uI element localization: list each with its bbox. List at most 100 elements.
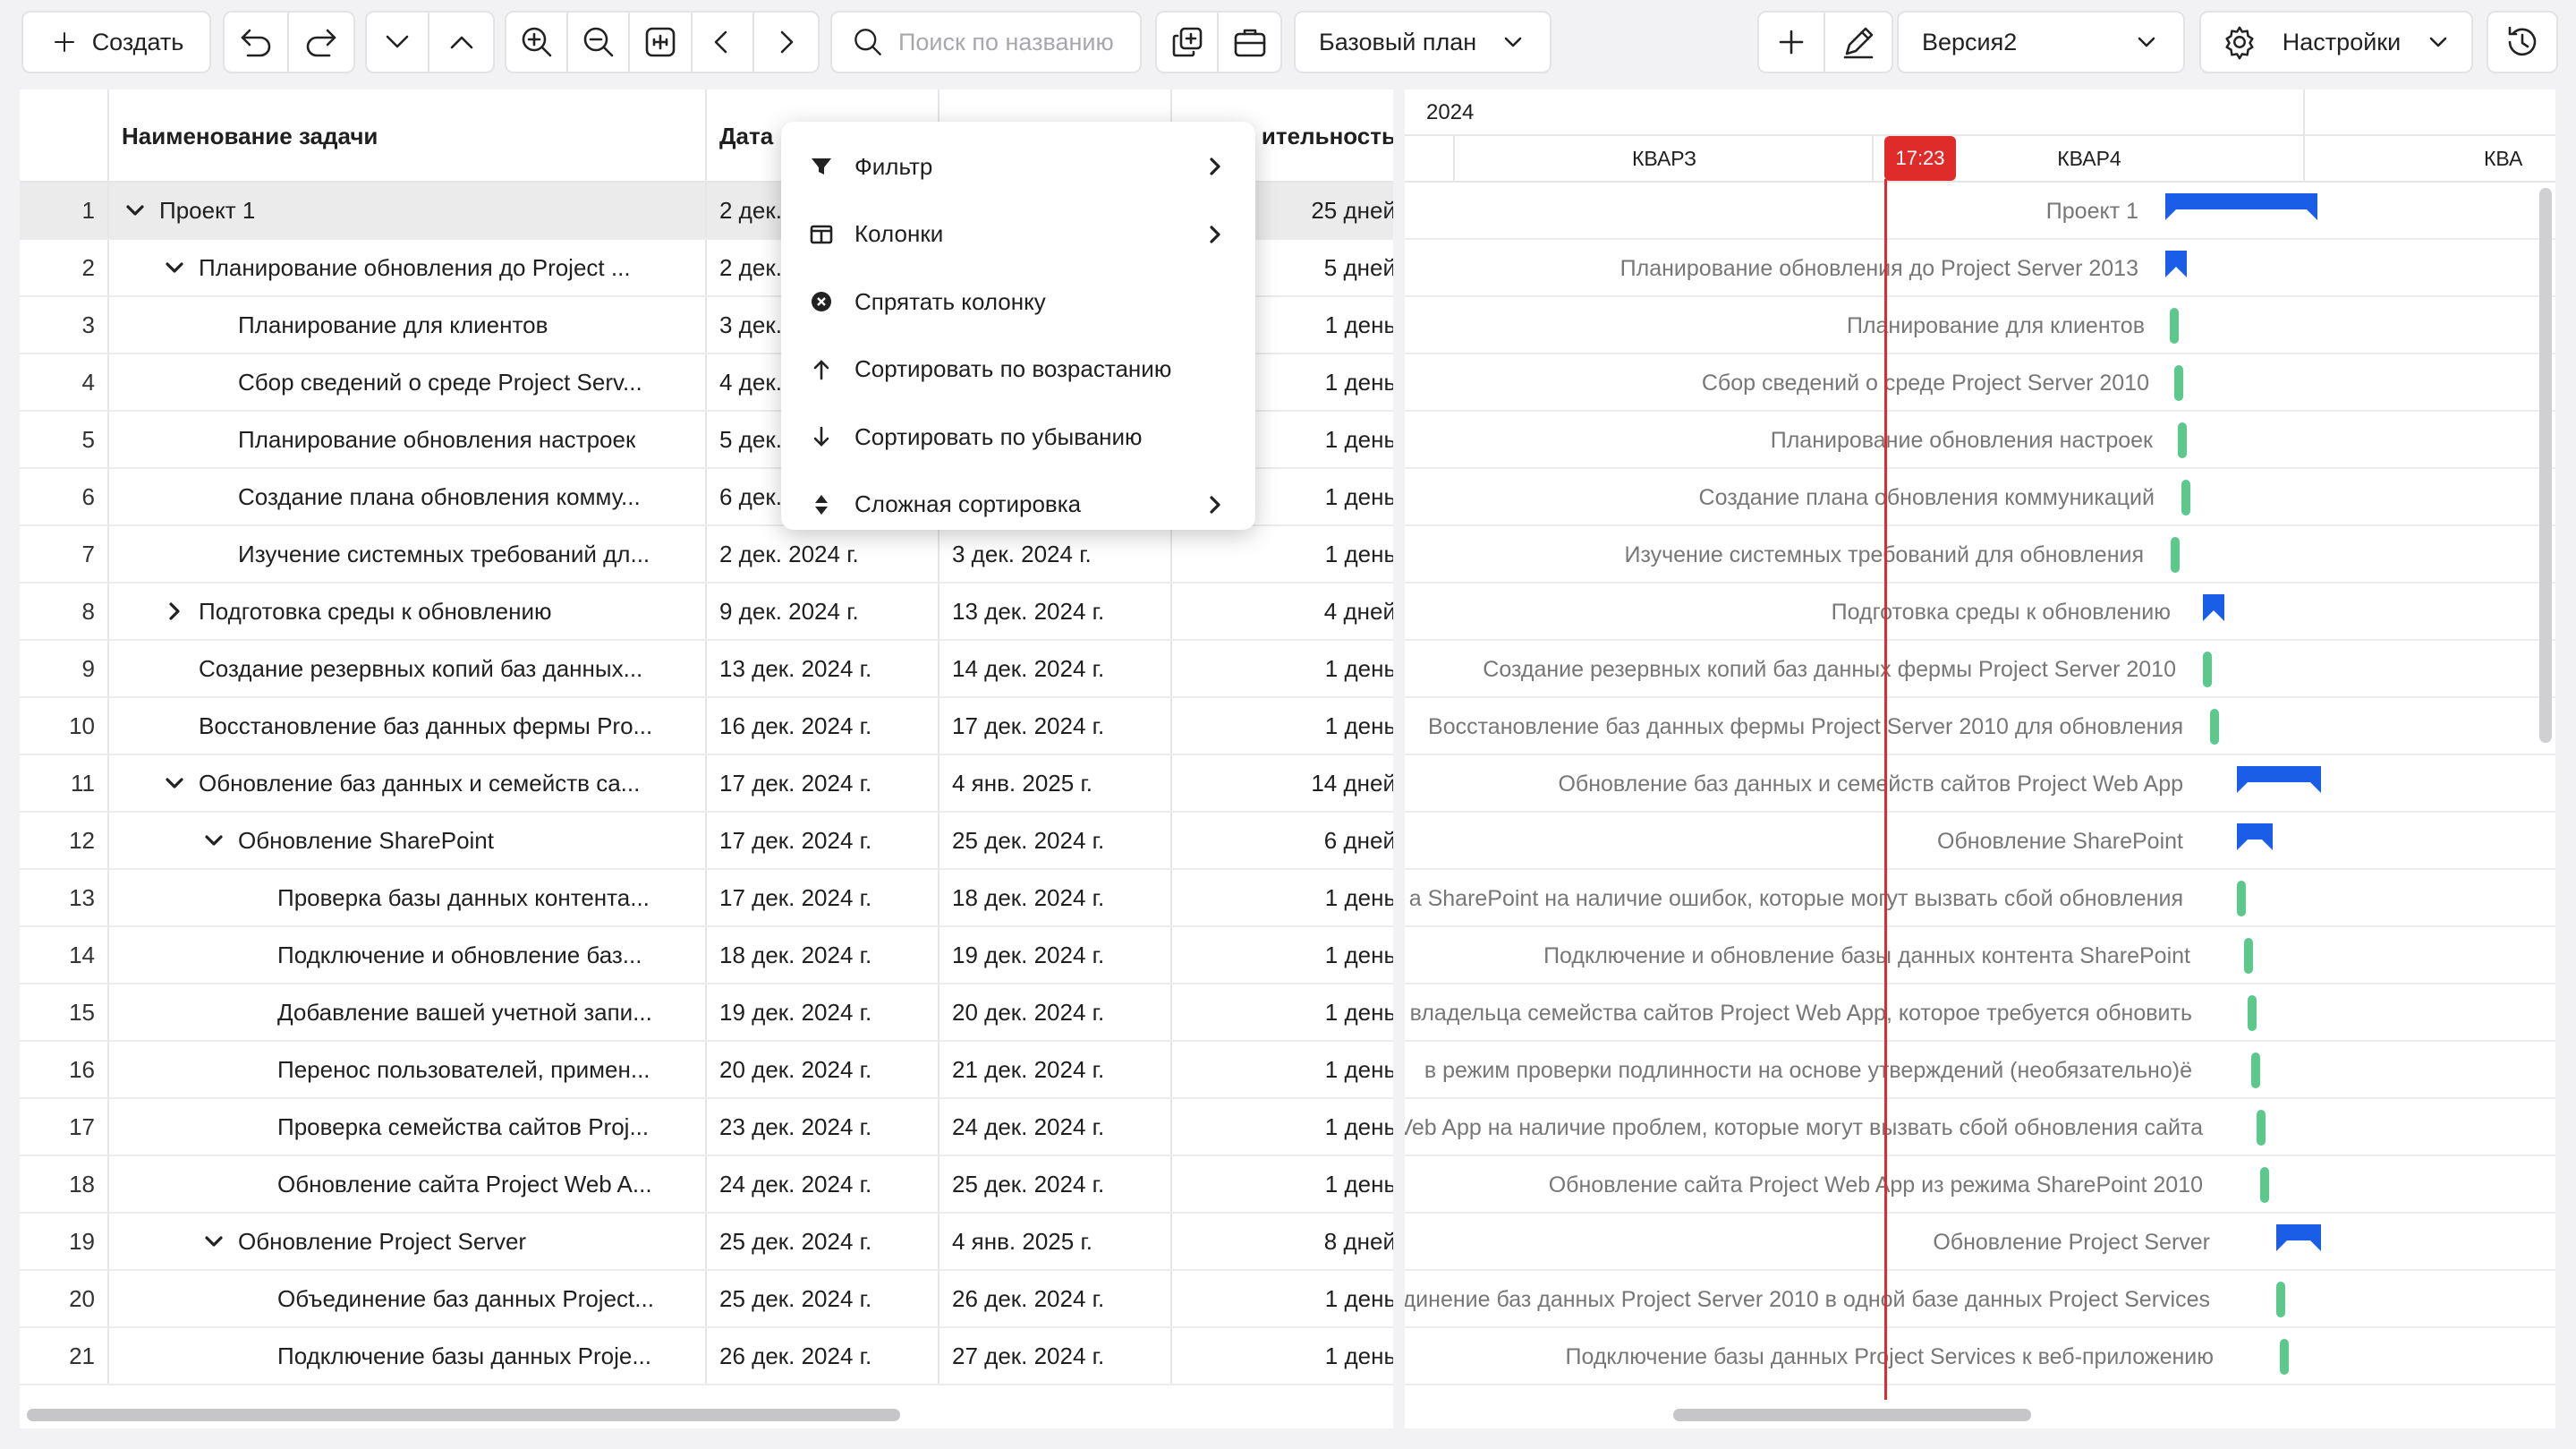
- finish-date-cell[interactable]: 25 дек. 2024 г.: [939, 813, 1172, 868]
- finish-date-cell[interactable]: 26 дек. 2024 г.: [939, 1271, 1172, 1326]
- settings-button[interactable]: Настройки: [2199, 11, 2473, 73]
- start-date-cell[interactable]: 17 дек. 2024 г.: [707, 755, 939, 811]
- zoom-out-button[interactable]: [568, 13, 631, 72]
- chevron-down-icon[interactable]: [200, 827, 227, 854]
- copy-button[interactable]: [1157, 13, 1220, 72]
- table-row[interactable]: 19 Обновление Project Server 25 дек. 2024 …: [20, 1214, 1393, 1271]
- redo-button[interactable]: [289, 13, 353, 72]
- gantt-vertical-scrollbar[interactable]: [2539, 188, 2552, 743]
- finish-date-cell[interactable]: 4 янв. 2025 г.: [939, 1214, 1172, 1269]
- task-name-cell[interactable]: Восстановление баз данных фермы Pro...: [109, 698, 707, 754]
- resources-button[interactable]: [1219, 13, 1280, 72]
- finish-date-cell[interactable]: 4 янв. 2025 г.: [939, 755, 1172, 811]
- table-row[interactable]: 21 Подключение базы данных Proje... 26 дек…: [20, 1328, 1393, 1385]
- gantt-task-bar[interactable]: [2178, 422, 2187, 458]
- duration-cell[interactable]: 4 дней: [1172, 584, 1393, 639]
- start-date-cell[interactable]: 19 дек. 2024 г.: [707, 984, 939, 1040]
- col-header-name[interactable]: Наименование задачи: [109, 89, 707, 183]
- scroll-prev-button[interactable]: [693, 13, 754, 72]
- menu-item-2[interactable]: Колонки: [781, 200, 1255, 268]
- start-date-cell[interactable]: 26 дек. 2024 г.: [707, 1328, 939, 1384]
- start-date-cell[interactable]: 9 дек. 2024 г.: [707, 584, 939, 639]
- gantt-task-bar[interactable]: [2257, 1110, 2266, 1146]
- start-date-cell[interactable]: 17 дек. 2024 г.: [707, 870, 939, 925]
- duration-cell[interactable]: 14 дней: [1172, 755, 1393, 811]
- duration-cell[interactable]: 6 дней: [1172, 813, 1393, 868]
- start-date-cell[interactable]: 25 дек. 2024 г.: [707, 1214, 939, 1269]
- gantt-task-bar[interactable]: [2260, 1167, 2269, 1203]
- task-name-cell[interactable]: Планирование для клиентов: [109, 297, 707, 353]
- gantt-task-bar[interactable]: [2174, 365, 2183, 401]
- start-date-cell[interactable]: 20 дек. 2024 г.: [707, 1042, 939, 1097]
- gantt-task-bar[interactable]: [2276, 1282, 2285, 1317]
- task-name-cell[interactable]: Подключение базы данных Proje...: [109, 1328, 707, 1384]
- table-row[interactable]: 12 Обновление SharePoint 17 дек. 2024 г. 25…: [20, 813, 1393, 870]
- create-button[interactable]: Создать: [21, 11, 211, 73]
- start-date-cell[interactable]: 24 дек. 2024 г.: [707, 1156, 939, 1212]
- gantt-task-bar[interactable]: [2170, 308, 2179, 344]
- table-row[interactable]: 10 Восстановление баз данных фермы Pro...…: [20, 698, 1393, 755]
- duration-cell[interactable]: 1 день: [1172, 1156, 1393, 1212]
- table-row[interactable]: 15 Добавление вашей учетной запи... 19 дек…: [20, 984, 1393, 1042]
- gantt-horizontal-scrollbar[interactable]: [1673, 1409, 2031, 1421]
- menu-item-4[interactable]: Сортировать по возрастанию: [781, 336, 1255, 404]
- task-name-cell[interactable]: Обновление Project Server: [109, 1214, 707, 1269]
- expand-all-button[interactable]: [367, 13, 430, 72]
- task-name-cell[interactable]: Подготовка среды к обновлению: [109, 584, 707, 639]
- gantt-task-bar[interactable]: [2210, 709, 2219, 745]
- scroll-next-button[interactable]: [754, 13, 818, 72]
- start-date-cell[interactable]: 13 дек. 2024 г.: [707, 641, 939, 696]
- finish-date-cell[interactable]: 14 дек. 2024 г.: [939, 641, 1172, 696]
- zoom-in-button[interactable]: [506, 13, 569, 72]
- task-name-cell[interactable]: Планирование обновления настроек: [109, 412, 707, 467]
- duration-cell[interactable]: 1 день: [1172, 698, 1393, 754]
- duration-cell[interactable]: 1 день: [1172, 1328, 1393, 1384]
- finish-date-cell[interactable]: 27 дек. 2024 г.: [939, 1328, 1172, 1384]
- collapse-all-button[interactable]: [429, 13, 493, 72]
- duration-cell[interactable]: 1 день: [1172, 1271, 1393, 1326]
- task-name-cell[interactable]: Подключение и обновление баз...: [109, 927, 707, 983]
- task-name-cell[interactable]: Перенос пользователей, примен...: [109, 1042, 707, 1097]
- task-name-cell[interactable]: Проверка семейства сайтов Proj...: [109, 1099, 707, 1155]
- gantt-task-bar[interactable]: [2203, 652, 2212, 687]
- start-date-cell[interactable]: 17 дек. 2024 г.: [707, 813, 939, 868]
- start-date-cell[interactable]: 18 дек. 2024 г.: [707, 927, 939, 983]
- fit-to-screen-button[interactable]: [630, 13, 693, 72]
- duration-cell[interactable]: 1 день: [1172, 641, 1393, 696]
- version-select[interactable]: Версия2: [1897, 11, 2185, 73]
- task-name-cell[interactable]: Обновление SharePoint: [109, 813, 707, 868]
- table-row[interactable]: 16 Перенос пользователей, примен... 20 дек…: [20, 1042, 1393, 1099]
- col-header-number[interactable]: [20, 89, 109, 183]
- finish-date-cell[interactable]: 25 дек. 2024 г.: [939, 1156, 1172, 1212]
- duration-cell[interactable]: 8 дней: [1172, 1214, 1393, 1269]
- search-input[interactable]: Поиск по названию: [898, 29, 1114, 56]
- task-name-cell[interactable]: Обновление баз данных и семейств са...: [109, 755, 707, 811]
- finish-date-cell[interactable]: 13 дек. 2024 г.: [939, 584, 1172, 639]
- grid-horizontal-scrollbar[interactable]: [27, 1409, 900, 1421]
- start-date-cell[interactable]: 23 дек. 2024 г.: [707, 1099, 939, 1155]
- gantt-task-bar[interactable]: [2248, 995, 2257, 1031]
- gantt-task-bar[interactable]: [2181, 480, 2190, 516]
- task-name-cell[interactable]: Проверка базы данных контента...: [109, 870, 707, 925]
- menu-item-5[interactable]: Сортировать по убыванию: [781, 403, 1255, 471]
- gantt-task-bar[interactable]: [2280, 1339, 2289, 1375]
- duration-cell[interactable]: 1 день: [1172, 984, 1393, 1040]
- chevron-down-icon[interactable]: [122, 197, 149, 224]
- duration-cell[interactable]: 1 день: [1172, 1042, 1393, 1097]
- finish-date-cell[interactable]: 20 дек. 2024 г.: [939, 984, 1172, 1040]
- duration-cell[interactable]: 1 день: [1172, 870, 1393, 925]
- table-row[interactable]: 13 Проверка базы данных контента... 17 дек…: [20, 870, 1393, 927]
- chevron-right-icon[interactable]: [161, 598, 188, 625]
- gantt-task-bar[interactable]: [2171, 537, 2180, 573]
- finish-date-cell[interactable]: 18 дек. 2024 г.: [939, 870, 1172, 925]
- baseline-select[interactable]: Базовый план: [1294, 11, 1552, 73]
- undo-button[interactable]: [225, 13, 290, 72]
- table-row[interactable]: 9 Создание резервных копий баз данных... 1…: [20, 641, 1393, 698]
- table-row[interactable]: 14 Подключение и обновление баз... 18 дек.…: [20, 927, 1393, 984]
- gantt-task-bar[interactable]: [2251, 1053, 2260, 1088]
- finish-date-cell[interactable]: 21 дек. 2024 г.: [939, 1042, 1172, 1097]
- task-name-cell[interactable]: Планирование обновления до Project ...: [109, 240, 707, 295]
- finish-date-cell[interactable]: 24 дек. 2024 г.: [939, 1099, 1172, 1155]
- finish-date-cell[interactable]: 19 дек. 2024 г.: [939, 927, 1172, 983]
- table-row[interactable]: 20 Объединение баз данных Project... 25 де…: [20, 1271, 1393, 1328]
